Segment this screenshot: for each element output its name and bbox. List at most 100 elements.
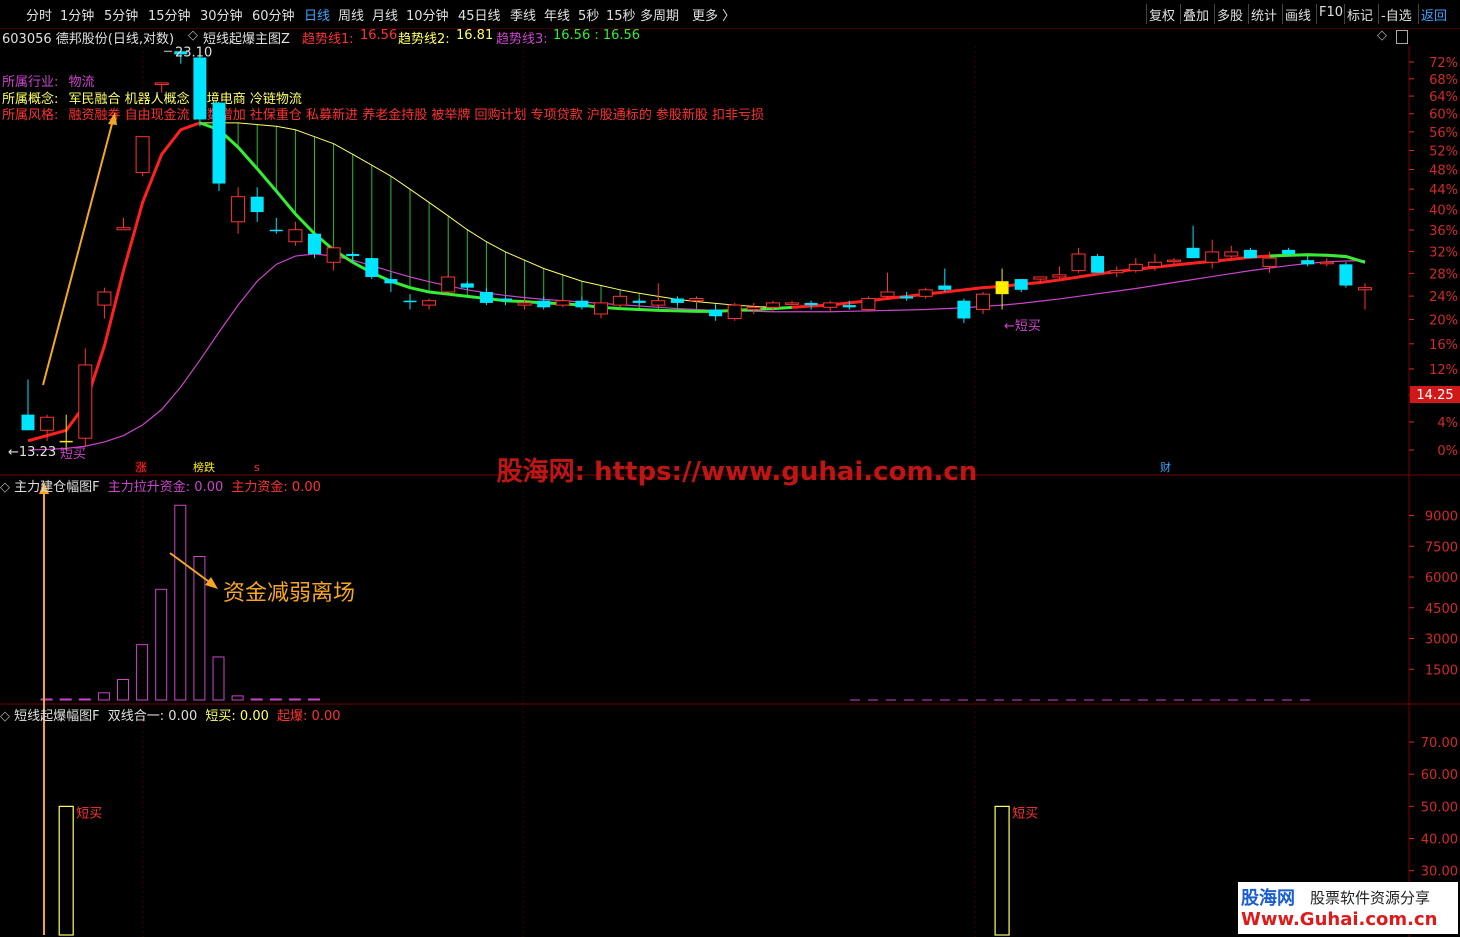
candle-body [537, 300, 551, 308]
signal-tick-label: 60.00 [1421, 768, 1458, 783]
candle-body [1262, 257, 1277, 267]
candle-body [1243, 249, 1257, 259]
y-tick-label: 44% [1429, 183, 1458, 198]
candle-body [632, 300, 646, 303]
panel3-f1-label: 双线合一: [107, 709, 165, 724]
candle-body [59, 440, 73, 443]
candle-body [422, 300, 437, 306]
candle-body [97, 291, 112, 306]
panel3-collapse-icon[interactable]: ◇ [0, 709, 10, 724]
y-tick-label: 56% [1429, 126, 1458, 141]
panel3-f2-value: 0.00 [239, 709, 269, 724]
candle-body [957, 300, 971, 319]
candle-body [1052, 274, 1067, 278]
candle-body [1147, 261, 1162, 267]
rise-arrow [42, 119, 114, 386]
candle-body [765, 302, 780, 308]
candles [21, 51, 1372, 450]
candle-body [384, 279, 398, 284]
signal-tick-label: 40.00 [1421, 833, 1458, 848]
candle-body [193, 57, 207, 120]
y-tick-label: 64% [1429, 90, 1458, 105]
candle-body [288, 229, 303, 243]
panel3-f1-value: 0.00 [168, 709, 198, 724]
y-tick-label: 72% [1429, 56, 1458, 71]
candle-body [116, 227, 131, 231]
candle-body [250, 196, 264, 213]
funds-bar [250, 698, 263, 701]
funds-tick-label: 3000 [1425, 633, 1458, 648]
candle-body [1033, 276, 1048, 280]
y-tick-label: 40% [1429, 203, 1458, 218]
funds-arrow [169, 552, 213, 585]
candle-body [900, 296, 914, 299]
funds-tick-label: 1500 [1425, 663, 1458, 678]
candle-body [709, 309, 723, 317]
chart-canvas[interactable]: 72% 68% 64% 60% 56% 52% 48% 44% 40% 36% 32% 28% 24% 2… [0, 0, 1460, 937]
current-price-label: 14.25 [1416, 388, 1453, 403]
panel2-f2-value: 0.00 [291, 480, 321, 495]
y-tick-label: 28% [1429, 267, 1458, 282]
candle-body [823, 302, 838, 308]
candle-body [479, 291, 493, 303]
funds-bar [231, 695, 244, 701]
candle-body [212, 102, 226, 184]
panel2-f1-value: 0.00 [194, 480, 224, 495]
trend-line-up [27, 121, 201, 443]
funds-tick-label: 7500 [1425, 540, 1458, 555]
panel2-collapse-icon[interactable]: ◇ [0, 480, 10, 495]
y-tick-label: 36% [1429, 224, 1458, 239]
buy-label-1: 短买 [60, 447, 86, 462]
candle-body [231, 196, 246, 223]
candle-body [1014, 279, 1028, 290]
y-tick-label: 4% [1437, 416, 1458, 431]
candle-body [1319, 261, 1334, 265]
candle-body [880, 291, 895, 297]
panel2-f2-label: 主力资金: [231, 480, 288, 495]
panel3-name[interactable]: 短线起爆幅图F [14, 709, 99, 724]
panel2-name[interactable]: 主力建仓幅图F [14, 480, 99, 495]
panel2-f1-label: 主力拉升资金: [107, 480, 191, 495]
signal-bar [994, 805, 1010, 936]
candle-body [21, 414, 35, 431]
y-tick-label: 60% [1429, 108, 1458, 123]
candle-body [689, 298, 704, 302]
y-tick-label: 52% [1429, 144, 1458, 159]
funds-bar [155, 588, 168, 701]
rise-arrow-head [108, 112, 117, 125]
candle-body [154, 82, 169, 86]
candle-body [1205, 251, 1220, 263]
y-tick-label: 32% [1429, 245, 1458, 260]
candle-body [1282, 249, 1296, 254]
candle-body [460, 283, 474, 288]
cloud-fill [199, 122, 793, 312]
candle-body [403, 300, 417, 303]
candle-body [499, 298, 512, 301]
logo-side: 股票软件资源分享 [1310, 889, 1431, 907]
candle-body [326, 247, 341, 263]
funds-bar [117, 679, 129, 701]
candle-body [1339, 264, 1353, 286]
logo-top: 股海网 [1241, 888, 1295, 909]
candle-body [575, 300, 589, 308]
y-tick-label: 24% [1429, 290, 1458, 305]
marker-cai: 财 [1160, 460, 1171, 474]
ma-line [27, 253, 1366, 451]
candle-body [918, 289, 933, 297]
candle-body [1301, 260, 1315, 265]
signal-tick-label: 70.00 [1421, 736, 1458, 751]
funds-arrow-head [205, 577, 218, 589]
funds-bar [78, 698, 91, 701]
marker-bang: 榜跌 [193, 460, 215, 474]
buy-label-2: ←短买 [1004, 319, 1041, 334]
panel3-header: ◇ 短线起爆幅图F 双线合一: 0.00 短买: 0.00 起爆: 0.00 [0, 705, 341, 724]
candle-body [365, 258, 379, 277]
candle-body [613, 295, 628, 306]
candle-body [976, 293, 990, 311]
candle-body [842, 305, 856, 308]
funds-tick-label: 9000 [1425, 510, 1458, 525]
candle-body [670, 298, 684, 303]
signal-tick-label: 30.00 [1421, 865, 1458, 880]
funds-bar [136, 644, 149, 701]
candle-body [1224, 251, 1239, 257]
